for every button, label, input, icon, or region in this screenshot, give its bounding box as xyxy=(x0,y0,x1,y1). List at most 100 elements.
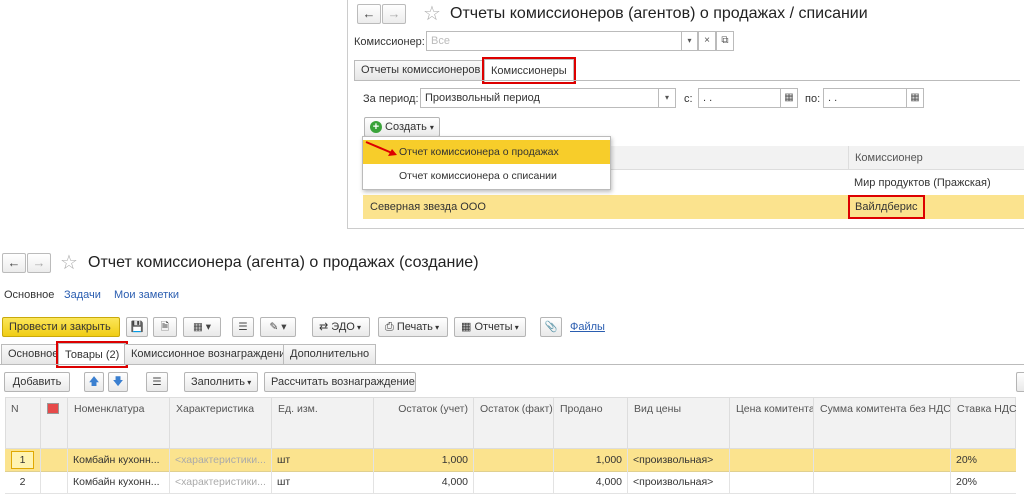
row-principal-sum[interactable] xyxy=(814,449,951,471)
row-vat[interactable]: 20% xyxy=(951,471,1016,493)
row-price-type[interactable]: <произвольная> xyxy=(628,449,730,471)
row-characteristic[interactable]: <характеристики... xyxy=(170,471,272,493)
row-principal-price[interactable] xyxy=(730,449,814,471)
open-icon[interactable]: ⧉ xyxy=(716,31,734,51)
row-price-type[interactable]: <произвольная> xyxy=(628,471,730,493)
edit-icon[interactable]: ✎ ▾ xyxy=(260,317,296,337)
to-date-input[interactable]: . . xyxy=(823,88,907,108)
forward-arrow-icon[interactable]: → xyxy=(382,4,406,24)
structure-icon[interactable]: ▦ ▾ xyxy=(183,317,221,337)
commissioner-input[interactable]: Все xyxy=(426,31,682,51)
fill-button[interactable]: Заполнить ▾ xyxy=(184,372,258,392)
star-icon[interactable]: ☆ xyxy=(423,4,441,24)
to-label: по: xyxy=(805,93,821,105)
tab-commission[interactable]: Комиссионное вознаграждение xyxy=(124,344,299,364)
row-principal-price[interactable] xyxy=(730,471,814,493)
chevron-down-icon: ▾ xyxy=(354,323,362,332)
dropdown-icon[interactable]: ▾ xyxy=(682,31,698,51)
nav-tasks[interactable]: Задачи xyxy=(64,289,101,301)
row-n: 1 xyxy=(10,451,35,469)
row-unit[interactable]: шт xyxy=(272,471,374,493)
row-nomenclature[interactable]: Комбайн кухонн... xyxy=(68,449,170,471)
row-n[interactable]: 2 xyxy=(5,471,41,493)
column-header-unit: Ед. изм. xyxy=(272,397,374,449)
report-create-window: ← → ☆ Отчет комиссионера (агента) о прод… xyxy=(0,247,1024,495)
paperclip-icon[interactable]: 📎 xyxy=(540,317,562,337)
chevron-down-icon: ▾ xyxy=(432,323,440,332)
commissioner-reports-window: ← → ☆ Отчеты комиссионеров (агентов) о п… xyxy=(347,0,1024,229)
row-vat[interactable]: 20% xyxy=(951,449,1016,471)
column-header-nomenclature: Номенклатура xyxy=(68,397,170,449)
column-header-stock-fact: Остаток (факт) xyxy=(474,397,554,449)
forward-arrow-icon[interactable]: → xyxy=(27,253,51,273)
red-arrow-icon xyxy=(365,141,397,156)
table-row[interactable]: 1 Комбайн кухонн... <характеристики... ш… xyxy=(5,449,1016,472)
period-select[interactable]: Произвольный период xyxy=(420,88,676,108)
tab-goods[interactable]: Товары (2) xyxy=(55,341,129,368)
row-sold[interactable]: 4,000 xyxy=(554,471,628,493)
row-n-cell[interactable]: 1 xyxy=(5,449,41,471)
tab-commissioners[interactable]: Комиссионеры xyxy=(482,57,576,84)
calculate-fee-button[interactable]: Рассчитать вознаграждение xyxy=(264,372,416,392)
from-date-input[interactable]: . . xyxy=(698,88,782,108)
reports-button[interactable]: ▦ Отчеты ▾ xyxy=(454,317,526,337)
row-stock-fact[interactable] xyxy=(474,471,554,493)
nav-main[interactable]: Основное xyxy=(4,289,54,301)
table-row[interactable]: 2 Комбайн кухонн... <характеристики... ш… xyxy=(5,471,1016,494)
tab-divider xyxy=(0,364,1024,365)
create-button-label: Создать xyxy=(385,121,427,133)
row-commissioner: Мир продуктов (Пражская) xyxy=(854,177,991,189)
print-button[interactable]: ⎙ Печать ▾ xyxy=(378,317,448,337)
tab-additional[interactable]: Дополнительно xyxy=(283,344,377,364)
from-label: с: xyxy=(684,93,693,105)
arrow-down-icon[interactable]: 🡇 xyxy=(108,372,128,392)
edo-button[interactable]: ⇄ ЭДО ▾ xyxy=(312,317,370,337)
chevron-down-icon: ▾ xyxy=(245,378,252,387)
menu-item-sales-report[interactable]: Отчет комиссионера о продажах xyxy=(363,140,610,164)
tab-main[interactable]: Основное xyxy=(1,344,66,364)
files-link[interactable]: Файлы xyxy=(570,321,605,333)
column-header-price-type: Вид цены xyxy=(628,397,730,449)
column-header-n: N xyxy=(5,397,41,449)
column-header-flag xyxy=(41,397,68,449)
row-commissioner: Вайлдберис xyxy=(848,195,925,219)
row-flag xyxy=(41,471,68,493)
menu-item-writeoff-report[interactable]: Отчет комиссионера о списании xyxy=(363,164,610,188)
row-characteristic[interactable]: <характеристики... xyxy=(170,449,272,471)
create-button[interactable]: + Создать ▾ xyxy=(364,117,440,137)
column-header-vat: Ставка НДС xyxy=(957,403,1016,415)
flag-icon xyxy=(47,403,59,414)
arrow-up-icon[interactable]: 🡅 xyxy=(84,372,104,392)
chevron-down-icon: ▾ xyxy=(512,323,519,332)
chevron-down-icon[interactable]: ▾ xyxy=(658,88,676,108)
back-arrow-icon[interactable]: ← xyxy=(2,253,26,273)
barcode-icon[interactable]: ☰ xyxy=(146,372,168,392)
column-header-stock-accounting: Остаток (учет) xyxy=(374,397,474,449)
table-row[interactable]: Северная звезда ООО Вайлдберис xyxy=(363,195,1024,219)
row-flag xyxy=(41,449,68,471)
row-nomenclature[interactable]: Комбайн кухонн... xyxy=(68,471,170,493)
star-icon[interactable]: ☆ xyxy=(60,253,78,273)
row-unit[interactable]: шт xyxy=(272,449,374,471)
commissioner-label: Комиссионер: xyxy=(354,36,425,48)
row-principal-sum[interactable] xyxy=(814,471,951,493)
list-icon[interactable]: ☰ xyxy=(232,317,254,337)
printer-icon: ⎙ xyxy=(385,321,397,333)
calendar-icon[interactable]: ▦ xyxy=(906,88,924,108)
post-and-close-button[interactable]: Провести и закрыть xyxy=(2,317,120,337)
nav-notes[interactable]: Мои заметки xyxy=(114,289,179,301)
save-icon[interactable]: 💾 xyxy=(126,317,148,337)
clear-icon[interactable]: × xyxy=(698,31,716,51)
window-title: Отчеты комиссионеров (агентов) о продажа… xyxy=(450,5,868,22)
column-header-principal-price: Цена комитента xyxy=(730,397,814,449)
row-stock-accounting: 1,000 xyxy=(374,449,474,471)
row-stock-fact[interactable] xyxy=(474,449,554,471)
more-actions-button[interactable] xyxy=(1016,372,1024,392)
back-arrow-icon[interactable]: ← xyxy=(357,4,381,24)
row-sold[interactable]: 1,000 xyxy=(554,449,628,471)
document-icon[interactable]: 🗎 xyxy=(153,317,177,337)
print-label: Печать xyxy=(396,321,433,333)
tab-commissioner-reports[interactable]: Отчеты комиссионеров xyxy=(354,60,488,80)
calendar-icon[interactable]: ▦ xyxy=(780,88,798,108)
add-button[interactable]: Добавить xyxy=(4,372,70,392)
